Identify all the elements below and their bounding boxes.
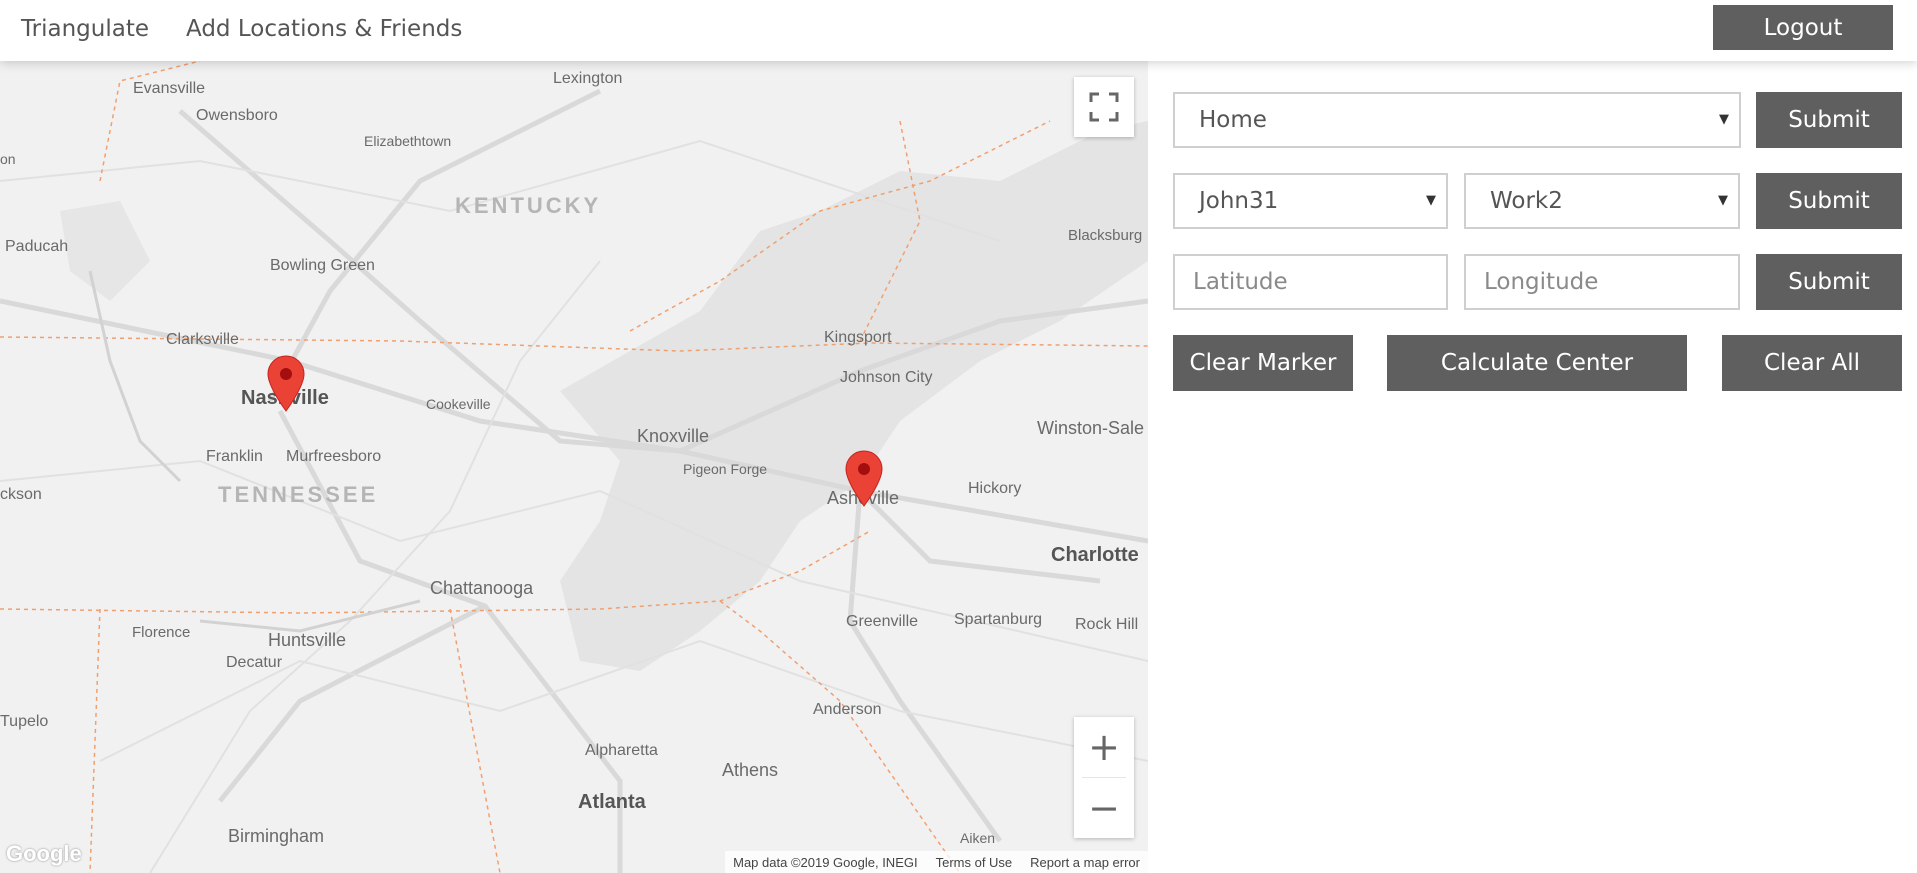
place-label: Johnson City — [840, 369, 933, 386]
friend-location-select-value: Work2 — [1490, 188, 1563, 214]
latitude-placeholder: Latitude — [1193, 269, 1288, 295]
place-label: Owensboro — [196, 107, 278, 124]
place-label: Greenville — [846, 613, 919, 630]
place-label: Decatur — [226, 654, 283, 671]
submit-location-button[interactable]: Submit — [1756, 92, 1902, 148]
top-nav: Triangulate Add Locations & Friends Logo… — [0, 0, 1917, 61]
place-label: Spartanburg — [954, 611, 1043, 628]
submit-coordinates-button[interactable]: Submit — [1756, 254, 1902, 310]
clear-all-button[interactable]: Clear All — [1722, 335, 1902, 391]
place-label: Alpharetta — [585, 742, 658, 759]
place-label: Winston-Sale — [1037, 418, 1145, 438]
place-label: Evansville — [133, 80, 206, 97]
zoom-out-button[interactable]: − — [1074, 778, 1134, 838]
terms-link[interactable]: Terms of Use — [936, 855, 1013, 870]
zoom-in-button[interactable]: + — [1074, 717, 1134, 777]
place-label: Kingsport — [824, 329, 892, 346]
fullscreen-button[interactable] — [1074, 77, 1134, 137]
place-label: Pigeon Forge — [683, 461, 768, 477]
submit-friend-button[interactable]: Submit — [1756, 173, 1902, 229]
friend-select-value: John31 — [1199, 188, 1279, 214]
calculate-center-button[interactable]: Calculate Center — [1387, 335, 1687, 391]
place-label: Chattanooga — [430, 578, 534, 598]
chevron-down-icon: ▼ — [1426, 193, 1436, 208]
report-error-link[interactable]: Report a map error — [1030, 855, 1140, 870]
place-label: KENTUCKY — [455, 193, 602, 218]
logout-button[interactable]: Logout — [1713, 5, 1893, 50]
place-label: Birmingham — [228, 826, 325, 846]
nav-triangulate-link[interactable]: Triangulate — [21, 16, 149, 42]
location-select[interactable]: Home ▼ — [1173, 92, 1741, 148]
friend-select[interactable]: John31 ▼ — [1173, 173, 1448, 229]
place-label: Hickory — [968, 480, 1022, 497]
place-label: Aiken — [960, 830, 996, 846]
place-label: Elizabethtown — [364, 133, 452, 149]
map-terrain — [0, 61, 1148, 873]
place-label: Athens — [722, 760, 779, 780]
fullscreen-icon — [1089, 92, 1119, 122]
google-logo: Google — [6, 841, 82, 866]
place-label: Tupelo — [0, 713, 49, 730]
clear-marker-button[interactable]: Clear Marker — [1173, 335, 1353, 391]
place-label: Knoxville — [637, 426, 710, 446]
place-label: ckson — [0, 486, 42, 503]
friend-location-select[interactable]: Work2 ▼ — [1464, 173, 1740, 229]
zoom-controls: + − — [1074, 717, 1134, 838]
chevron-down-icon: ▼ — [1718, 193, 1728, 208]
place-label: Clarksville — [166, 331, 239, 348]
latitude-input[interactable]: Latitude — [1173, 254, 1448, 310]
nav-add-locations-link[interactable]: Add Locations & Friends — [186, 16, 462, 42]
place-label: Bowling Green — [270, 257, 375, 274]
place-label: Lexington — [553, 70, 623, 87]
place-label: Florence — [132, 624, 191, 641]
longitude-input[interactable]: Longitude — [1464, 254, 1740, 310]
map-marker-nashville[interactable] — [267, 355, 305, 413]
place-label: Murfreesboro — [286, 448, 382, 465]
place-label: Blacksburg — [1068, 227, 1143, 244]
chevron-down-icon: ▼ — [1719, 112, 1729, 127]
place-label: TENNESSEE — [218, 482, 379, 507]
place-label: on — [0, 151, 16, 167]
map-data-text: Map data ©2019 Google, INEGI — [733, 854, 918, 870]
place-label: Atlanta — [578, 791, 646, 813]
place-label: Cookeville — [426, 396, 491, 412]
place-label: Anderson — [813, 701, 882, 718]
longitude-placeholder: Longitude — [1484, 269, 1599, 295]
place-label: Rock Hill — [1075, 616, 1139, 633]
place-label: Paducah — [5, 238, 69, 255]
place-label: Charlotte — [1051, 544, 1139, 566]
place-label: Franklin — [206, 448, 263, 465]
map-attribution: Map data ©2019 Google, INEGI Terms of Us… — [725, 851, 1148, 873]
map-marker-asheville[interactable] — [845, 450, 883, 508]
map[interactable]: Evansville Owensboro Lexington Elizabeth… — [0, 61, 1148, 873]
place-label: Huntsville — [268, 630, 347, 650]
location-select-value: Home — [1199, 107, 1267, 133]
